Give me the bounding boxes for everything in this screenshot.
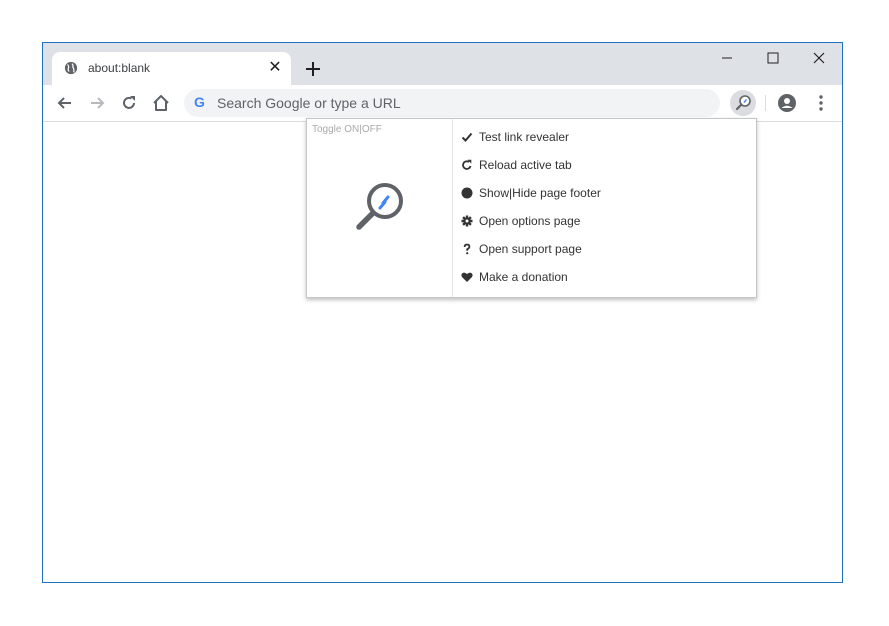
question-icon — [463, 243, 471, 255]
extension-popup: Toggle ON|OFF Test link revealer Reload … — [306, 118, 757, 298]
menu-item-label: Make a donation — [479, 270, 568, 284]
google-icon: G — [194, 94, 205, 110]
maximize-button[interactable] — [758, 49, 788, 67]
globe-icon — [64, 61, 78, 75]
extension-button[interactable] — [730, 90, 756, 116]
reload-icon[interactable] — [119, 93, 139, 113]
heart-icon — [461, 272, 473, 282]
address-input[interactable] — [217, 93, 697, 113]
toolbar: G — [43, 85, 842, 122]
forward-arrow-icon[interactable] — [87, 93, 107, 113]
menu-item-make-a-donation[interactable]: Make a donation — [453, 267, 753, 287]
menu-item-label: Open support page — [479, 242, 582, 256]
toggle-label: Toggle ON|OFF — [312, 124, 382, 135]
menu-item-label: Reload active tab — [479, 158, 572, 172]
gear-icon — [461, 215, 473, 227]
tab-close-icon[interactable]: ✕ — [266, 59, 284, 77]
menu-item-test-link-revealer[interactable]: Test link revealer — [453, 127, 753, 147]
close-window-button[interactable] — [804, 49, 834, 67]
profile-avatar-icon[interactable] — [777, 93, 797, 113]
popup-menu: Test link revealer Reload active tab Sho… — [453, 119, 756, 297]
menu-item-reload-active-tab[interactable]: Reload active tab — [453, 155, 753, 175]
magnifier-icon — [735, 95, 751, 111]
magnifier-toggle-icon[interactable] — [351, 177, 411, 237]
menu-item-open-support-page[interactable]: Open support page — [453, 239, 753, 259]
menu-item-open-options-page[interactable]: Open options page — [453, 211, 753, 231]
check-icon — [461, 132, 473, 142]
toolbar-separator — [765, 95, 766, 111]
tab-title: about:blank — [88, 61, 151, 75]
popup-toggle-panel: Toggle ON|OFF — [307, 119, 453, 297]
menu-item-label: Show|Hide page footer — [479, 186, 601, 200]
back-arrow-icon[interactable] — [55, 93, 75, 113]
menu-item-label: Open options page — [479, 214, 581, 228]
reload-icon — [462, 159, 472, 170]
menu-item-label: Test link revealer — [479, 130, 570, 144]
new-tab-button[interactable] — [301, 57, 325, 81]
menu-dots-icon[interactable] — [811, 93, 831, 113]
tab-about-blank[interactable]: about:blank ✕ — [52, 52, 291, 85]
circle-icon — [461, 187, 473, 199]
tab-strip: about:blank ✕ — [43, 43, 842, 85]
menu-item-show-hide-page-footer[interactable]: Show|Hide page footer — [453, 183, 753, 203]
minimize-button[interactable] — [712, 49, 742, 67]
home-icon[interactable] — [151, 93, 171, 113]
address-bar[interactable]: G — [184, 89, 720, 117]
